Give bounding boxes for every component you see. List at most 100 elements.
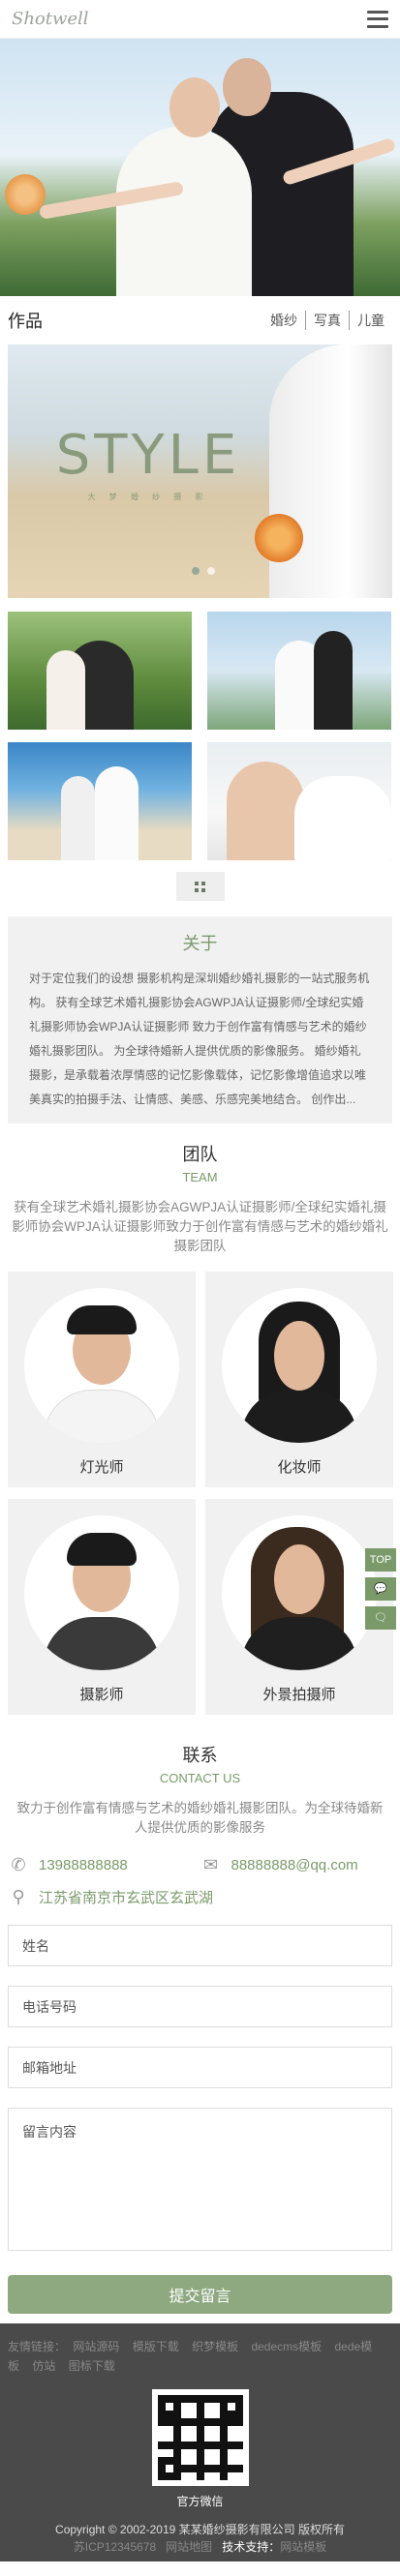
work-photo-3[interactable] (8, 742, 192, 860)
location-pin-icon: ⚲ (12, 1887, 25, 1906)
contact-phone[interactable]: ✆ 13988888888 (8, 1855, 200, 1875)
team-title-en: TEAM (182, 1170, 218, 1184)
hamburger-menu-icon[interactable] (367, 10, 388, 28)
photo-bride-figure (227, 762, 304, 860)
photo-bride-figure (95, 766, 138, 860)
works-header: 作品 婚纱 写真 儿童 (0, 296, 400, 344)
site-footer: 友情链接： 网站源码 模版下载 织梦模板 dedecms模板 dede模板 仿站… (0, 2323, 400, 2561)
message-float-button[interactable]: 🗨 (365, 1606, 396, 1630)
slider-flowers (255, 514, 303, 562)
qr-pattern (157, 2395, 243, 2480)
hero-banner (0, 39, 400, 296)
wechat-float-button[interactable]: 💬 (365, 1577, 396, 1601)
phone-icon: ✆ (11, 1855, 26, 1874)
contact-info-row: ✆ 13988888888 ✉ 88888888@qq.com (0, 1849, 400, 1881)
qr-label: 官方微信 (176, 2495, 224, 2508)
contact-email[interactable]: ✉ 88888888@qq.com (200, 1855, 393, 1875)
site-logo[interactable]: Shotwell (12, 9, 89, 29)
about-section: 关于 对于定位我们的设想 摄影机构是深圳婚纱婚礼摄影的一站式服务机构。 获有全球… (8, 916, 392, 1123)
team-header: 团队 TEAM (0, 1123, 400, 1190)
hero-groom-head (223, 58, 271, 116)
icp-link[interactable]: 苏ICP12345678 (74, 2540, 156, 2554)
work-photo-2[interactable] (207, 612, 391, 730)
tab-wedding[interactable]: 婚纱 (262, 311, 305, 330)
slider-dots (192, 567, 215, 575)
team-title: 团队 (182, 1145, 218, 1164)
contact-header: 联系 CONTACT US (0, 1715, 400, 1791)
slider-subtitle: 大 梦 婚 纱 摄 影 (87, 493, 209, 501)
member-avatar (24, 1288, 179, 1443)
slider-dot-1[interactable] (192, 567, 200, 575)
about-text: 对于定位我们的设想 摄影机构是深圳婚纱婚礼摄影的一站式服务机构。 获有全球艺术婚… (29, 972, 370, 1106)
friend-link[interactable]: 仿站 (32, 2359, 55, 2373)
friend-link[interactable]: 网站源码 (73, 2340, 119, 2353)
avatar-face (274, 1321, 324, 1391)
member-role: 化妆师 (277, 1459, 322, 1476)
team-member-card[interactable]: 化妆师 (205, 1272, 393, 1487)
contact-description: 致力于创作富有情感与艺术的婚纱婚礼摄影团队。为全球待婚新人提供优质的影像服务 (16, 1801, 384, 1835)
copyright-text: Copyright © 2002-2019 某某婚纱摄影有限公司 版权所有 (55, 2523, 345, 2536)
works-slider[interactable]: STYLE 大 梦 婚 纱 摄 影 (8, 344, 392, 598)
friend-link[interactable]: 模版下载 (133, 2340, 179, 2353)
works-photo-grid (0, 598, 400, 860)
friend-link[interactable]: 图标下载 (69, 2359, 115, 2373)
member-role: 灯光师 (79, 1459, 124, 1476)
team-description: 获有全球艺术婚礼摄影协会AGWPJA认证摄影师/全球纪实婚礼摄影师协会WPJA认… (12, 1200, 388, 1253)
member-role: 外景拍摄师 (262, 1687, 336, 1703)
support-link[interactable]: 网站模板 (280, 2540, 326, 2554)
email-input[interactable] (8, 2047, 392, 2088)
friend-link[interactable]: dedecms模板 (251, 2340, 322, 2353)
friend-links: 友情链接： 网站源码 模版下载 织梦模板 dedecms模板 dede模板 仿站… (8, 2337, 392, 2376)
message-textarea[interactable] (8, 2108, 392, 2251)
slider-title: STYLE (55, 424, 241, 487)
member-avatar (24, 1515, 179, 1670)
photo-bride-figure (46, 650, 85, 730)
submit-message-button[interactable]: 提交留言 (8, 2275, 392, 2314)
avatar-hair (67, 1533, 137, 1566)
member-avatar (222, 1288, 377, 1443)
contact-title-en: CONTACT US (159, 1771, 241, 1785)
avatar-face (274, 1544, 324, 1614)
photo-groom-figure (61, 776, 95, 860)
slider-dot-2[interactable] (207, 567, 215, 575)
wechat-qr-code (151, 2389, 249, 2486)
tab-children[interactable]: 儿童 (349, 311, 392, 330)
contact-address-text: 江苏省南京市玄武区玄武湖 (39, 1890, 214, 1906)
copyright-block: Copyright © 2002-2019 某某婚纱摄影有限公司 版权所有 苏I… (8, 2515, 392, 2558)
hero-bouquet (5, 174, 46, 215)
wechat-qr-block: 官方微信 (8, 2376, 392, 2515)
hero-bride-figure (116, 126, 252, 296)
friend-link[interactable]: 织梦模板 (192, 2340, 238, 2353)
photo-dress-figure (294, 776, 391, 860)
avatar-hair (67, 1305, 137, 1334)
message-form: 提交留言 (0, 1913, 400, 2323)
comment-icon: 🗨 (374, 1612, 387, 1624)
phone-input[interactable] (8, 1986, 392, 2027)
contact-phone-text: 13988888888 (39, 1857, 128, 1873)
works-title: 作品 (8, 312, 43, 331)
more-works-button[interactable] (175, 872, 225, 901)
work-photo-1[interactable] (8, 612, 192, 730)
photo-groom-figure (314, 631, 353, 730)
member-avatar (222, 1515, 377, 1670)
more-works-button-wrap (0, 860, 400, 913)
member-role: 摄影师 (79, 1687, 124, 1703)
works-category-tabs: 婚纱 写真 儿童 (262, 311, 392, 330)
chat-bubble-icon: 💬 (374, 1583, 387, 1595)
contact-address-row: ⚲ 江苏省南京市玄武区玄武湖 (0, 1881, 400, 1913)
tab-portrait[interactable]: 写真 (305, 311, 349, 330)
friend-links-label: 友情链接： (8, 2340, 67, 2353)
sitemap-link[interactable]: 网站地图 (166, 2540, 212, 2554)
about-title: 关于 (182, 934, 218, 953)
back-to-top-button[interactable]: TOP (365, 1548, 396, 1572)
avatar-body (44, 1617, 160, 1670)
team-grid: 灯光师 化妆师 摄影师 外景拍摄师 (0, 1272, 400, 1715)
team-member-card[interactable]: 灯光师 (8, 1272, 196, 1487)
site-header: Shotwell (0, 0, 400, 39)
work-photo-4[interactable] (207, 742, 391, 860)
team-member-card[interactable]: 摄影师 (8, 1499, 196, 1715)
contact-title: 联系 (182, 1746, 218, 1765)
avatar-body (44, 1390, 160, 1443)
contact-email-text: 88888888@qq.com (231, 1857, 358, 1873)
name-input[interactable] (8, 1925, 392, 1966)
